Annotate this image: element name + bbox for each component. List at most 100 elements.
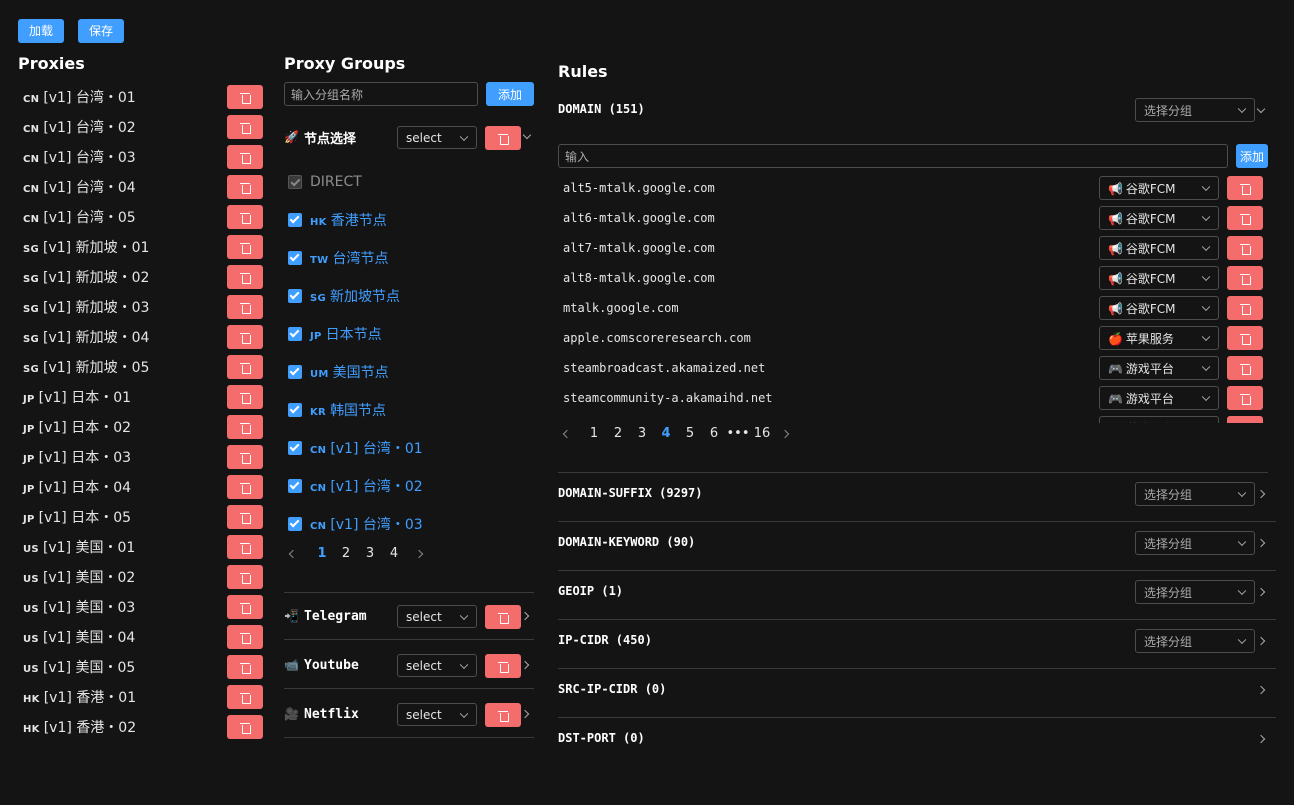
add-group-button[interactable]: 添加	[486, 82, 534, 106]
delete-button[interactable]	[227, 715, 263, 739]
chevron-right-icon[interactable]	[520, 709, 530, 719]
delete-button[interactable]	[227, 235, 263, 259]
rule-group-select[interactable]: 🎮 游戏平台	[1099, 416, 1219, 423]
page-number[interactable]: 2	[334, 546, 358, 561]
chevron-right-icon[interactable]	[520, 660, 530, 670]
group-member-checkbox[interactable]: DIRECT	[288, 170, 362, 194]
group-type-select[interactable]: select	[397, 703, 477, 726]
delete-button[interactable]	[227, 625, 263, 649]
rule-group-select[interactable]: 选择分组	[1135, 98, 1255, 122]
checkbox[interactable]	[288, 441, 302, 455]
delete-button[interactable]	[485, 605, 521, 629]
rule-group-select[interactable]: 📢 谷歌FCM	[1099, 176, 1219, 200]
delete-button[interactable]	[227, 685, 263, 709]
chevron-right-icon[interactable]	[1256, 587, 1266, 597]
group-member-checkbox[interactable]: UM 美国节点	[288, 360, 389, 384]
rule-group-select[interactable]: 🎮 游戏平台	[1099, 386, 1219, 410]
rule-group-select[interactable]: 选择分组	[1135, 580, 1255, 604]
checkbox[interactable]	[288, 517, 302, 531]
group-header[interactable]: 📹 Youtube select	[284, 652, 534, 678]
chevron-down-icon[interactable]	[522, 130, 532, 140]
delete-button[interactable]	[1227, 386, 1263, 410]
add-rule-button[interactable]: 添加	[1236, 144, 1268, 168]
page-number[interactable]: 3	[630, 426, 654, 441]
page-number[interactable]: 5	[678, 426, 702, 441]
delete-button[interactable]	[227, 565, 263, 589]
chevron-right-icon[interactable]	[1256, 636, 1266, 646]
delete-button[interactable]	[485, 654, 521, 678]
page-number[interactable]: 2	[606, 426, 630, 441]
page-number[interactable]: •••	[726, 426, 750, 441]
rule-group-select[interactable]: 选择分组	[1135, 629, 1255, 653]
group-type-select[interactable]: select	[397, 605, 477, 628]
page-number[interactable]: 4	[382, 546, 406, 561]
delete-button[interactable]	[227, 505, 263, 529]
rule-group-select[interactable]: 🎮 游戏平台	[1099, 356, 1219, 380]
rule-group-select[interactable]: 🍎 苹果服务	[1099, 326, 1219, 350]
load-button[interactable]: 加载	[18, 19, 65, 43]
chevron-right-icon[interactable]	[1256, 685, 1266, 695]
group-name-input[interactable]: 输入分组名称	[284, 82, 478, 106]
rule-section-title[interactable]: GEOIP (1)	[558, 584, 623, 598]
checkbox[interactable]	[288, 251, 302, 265]
checkbox[interactable]	[288, 327, 302, 341]
rule-group-select[interactable]: 选择分组	[1135, 482, 1255, 506]
delete-button[interactable]	[227, 475, 263, 499]
rule-group-select[interactable]: 📢 谷歌FCM	[1099, 266, 1219, 290]
group-member-checkbox[interactable]: CN [v1] 台湾・02	[288, 474, 423, 498]
group-member-checkbox[interactable]: JP 日本节点	[288, 322, 382, 346]
page-number[interactable]: 6	[702, 426, 726, 441]
rule-section-title[interactable]: DST-PORT (0)	[558, 731, 645, 745]
chevron-left-icon[interactable]	[288, 549, 298, 558]
chevron-right-icon[interactable]	[414, 549, 424, 558]
checkbox[interactable]	[288, 213, 302, 227]
checkbox[interactable]	[288, 403, 302, 417]
delete-button[interactable]	[1227, 326, 1263, 350]
delete-button[interactable]	[1227, 266, 1263, 290]
page-number[interactable]: 1	[582, 426, 606, 441]
checkbox[interactable]	[288, 175, 302, 189]
delete-button[interactable]	[1227, 416, 1263, 423]
delete-button[interactable]	[227, 385, 263, 409]
delete-group-button[interactable]	[485, 126, 521, 150]
rule-group-select[interactable]: 📢 谷歌FCM	[1099, 296, 1219, 320]
delete-button[interactable]	[227, 535, 263, 559]
group-header-node-select[interactable]: 🚀 节点选择 select	[284, 124, 534, 150]
group-header[interactable]: 🎥 Netflix select	[284, 701, 534, 727]
delete-button[interactable]	[227, 145, 263, 169]
delete-button[interactable]	[227, 415, 263, 439]
delete-button[interactable]	[227, 205, 263, 229]
chevron-left-icon[interactable]	[562, 429, 572, 438]
rule-section-title[interactable]: SRC-IP-CIDR (0)	[558, 682, 666, 696]
rule-group-select[interactable]: 📢 谷歌FCM	[1099, 206, 1219, 230]
delete-button[interactable]	[227, 355, 263, 379]
checkbox[interactable]	[288, 289, 302, 303]
group-member-checkbox[interactable]: CN [v1] 台湾・01	[288, 436, 423, 460]
delete-button[interactable]	[485, 703, 521, 727]
delete-button[interactable]	[227, 85, 263, 109]
page-number[interactable]: 3	[358, 546, 382, 561]
rule-input[interactable]: 输入	[558, 144, 1228, 168]
delete-button[interactable]	[227, 115, 263, 139]
chevron-right-icon[interactable]	[520, 611, 530, 621]
delete-button[interactable]	[227, 595, 263, 619]
delete-button[interactable]	[1227, 296, 1263, 320]
chevron-right-icon[interactable]	[1256, 734, 1266, 744]
chevron-right-icon[interactable]	[1256, 538, 1266, 548]
delete-button[interactable]	[227, 175, 263, 199]
checkbox[interactable]	[288, 479, 302, 493]
chevron-right-icon[interactable]	[780, 429, 790, 438]
checkbox[interactable]	[288, 365, 302, 379]
delete-button[interactable]	[227, 325, 263, 349]
delete-button[interactable]	[1227, 176, 1263, 200]
rule-group-select[interactable]: 📢 谷歌FCM	[1099, 236, 1219, 260]
page-number[interactable]: 16	[750, 426, 774, 441]
delete-button[interactable]	[1227, 356, 1263, 380]
chevron-down-icon[interactable]	[1256, 104, 1266, 114]
delete-button[interactable]	[227, 265, 263, 289]
delete-button[interactable]	[227, 295, 263, 319]
delete-button[interactable]	[1227, 236, 1263, 260]
page-number[interactable]: 1	[310, 546, 334, 561]
page-number[interactable]: 4	[654, 426, 678, 441]
group-member-checkbox[interactable]: TW 台湾节点	[288, 246, 388, 270]
